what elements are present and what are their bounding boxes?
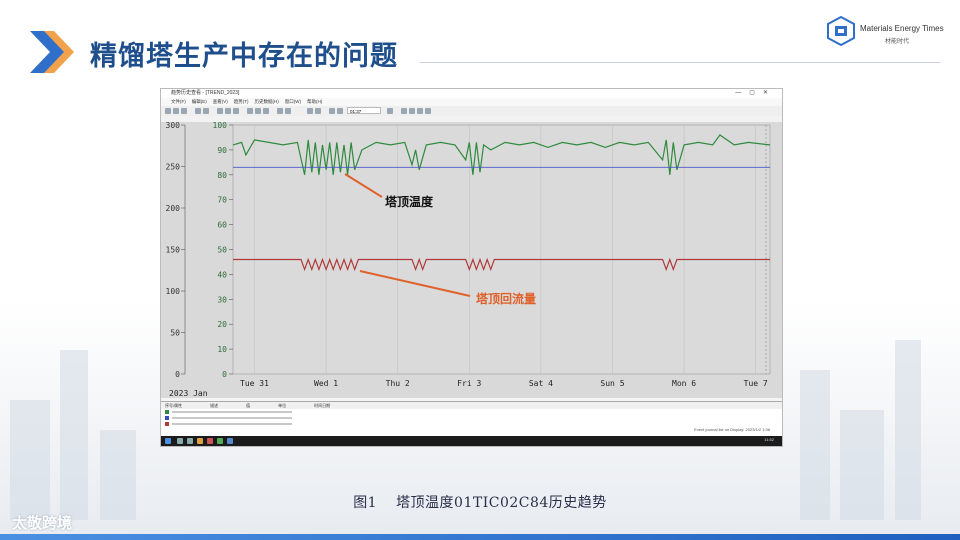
annotation-reflux: 塔顶回流量 xyxy=(476,292,537,306)
caption-text: 塔顶温度01TIC02C84历史趋势 xyxy=(396,495,607,511)
watermark: 太敬跨境 xyxy=(12,514,73,532)
bottom-accent-bar xyxy=(0,534,960,540)
figure-caption: 图1 塔顶温度01TIC02C84历史趋势 xyxy=(0,492,960,512)
annotation-temperature: 塔顶温度 xyxy=(385,195,434,209)
annotation-arrow-temperature xyxy=(344,173,383,198)
annotation-arrows xyxy=(344,173,471,297)
annotation-arrow-reflux xyxy=(359,270,471,297)
caption-number: 图1 xyxy=(353,495,378,511)
